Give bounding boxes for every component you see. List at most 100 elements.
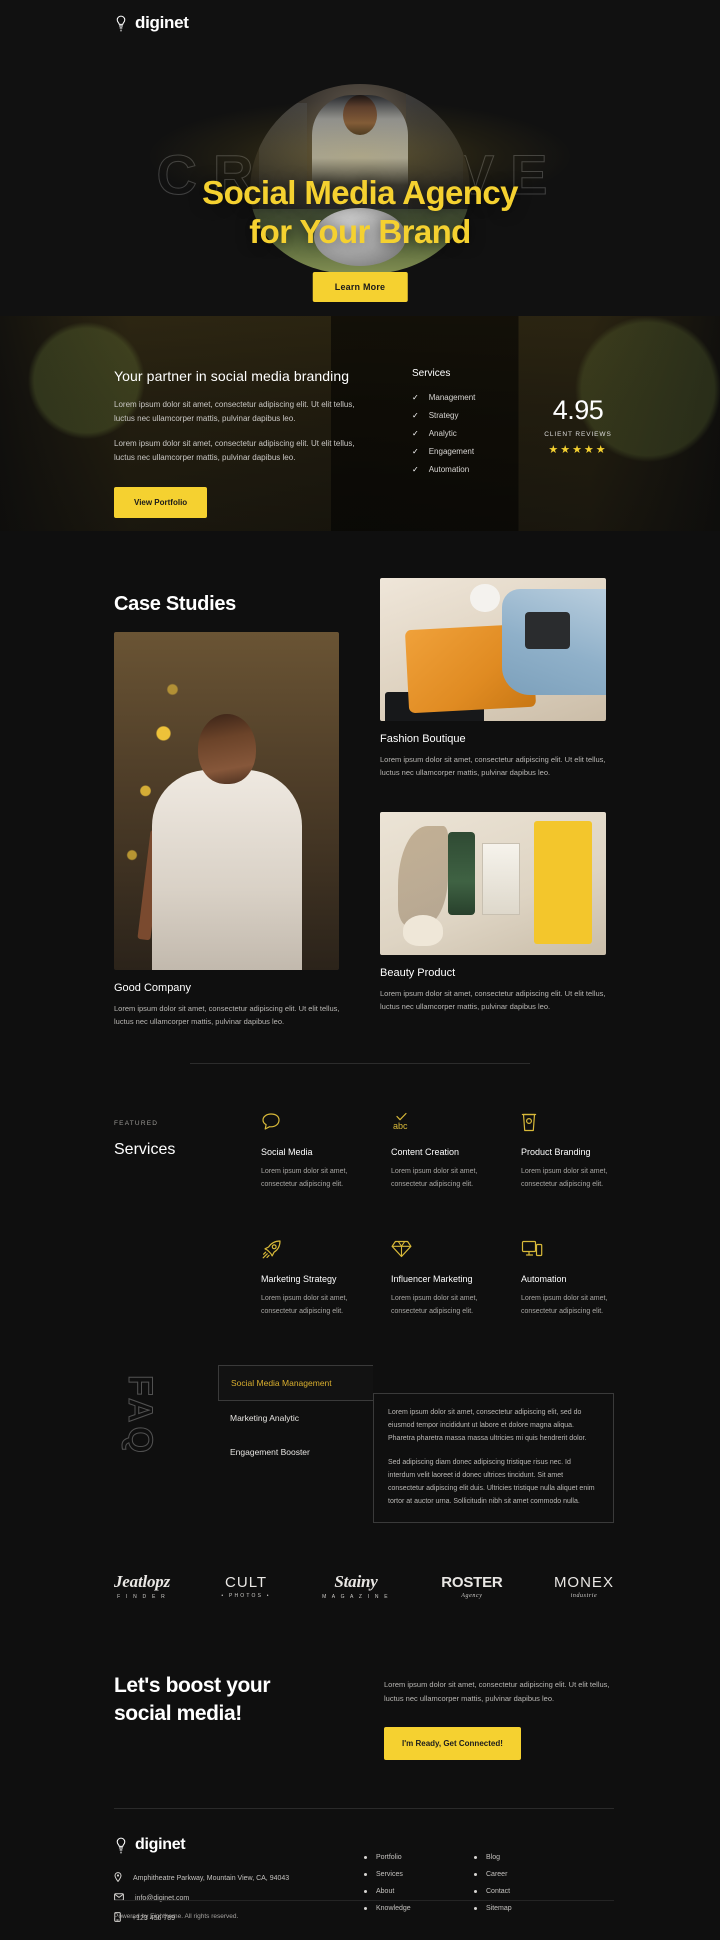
bullet-icon	[474, 1907, 477, 1910]
list-item: ✓ Engagement	[412, 447, 475, 456]
service-title: Automation	[521, 1274, 567, 1285]
svg-text:abc: abc	[393, 1121, 408, 1131]
footer-address: Amphitheatre Parkway, Mountain View, CA,…	[133, 1874, 290, 1882]
case-study-title: Good Company	[114, 982, 192, 994]
partner-paragraph-2: Lorem ipsum dolor sit amet, consectetur …	[114, 439, 355, 462]
service-card-product-branding[interactable]: Product Branding Lorem ipsum dolor sit a…	[521, 1112, 641, 1191]
logo-subtitle: industrie	[570, 1592, 598, 1599]
copyright-divider	[114, 1900, 614, 1901]
faq-paragraph-1: Lorem ipsum dolor sit amet, consectetur …	[388, 1409, 587, 1442]
service-label: Management	[428, 393, 476, 402]
footer-divider	[114, 1808, 614, 1809]
hero-title-line2: for Your Brand	[249, 212, 471, 250]
service-text: Lorem ipsum dolor sit amet, consectetur …	[261, 1168, 348, 1188]
footer-link-label: Portfolio	[376, 1854, 402, 1861]
check-icon: ✓	[412, 447, 419, 456]
footer-link-portfolio[interactable]: Portfolio	[364, 1854, 474, 1861]
cta-section: Let's boost your social media! Lorem ips…	[114, 1672, 614, 1760]
bullet-icon	[364, 1873, 367, 1876]
faq-tab-engagement-booster[interactable]: Engagement Booster	[218, 1435, 373, 1469]
footer-brand-name: diginet	[135, 1836, 186, 1853]
cta-heading: Let's boost your social media!	[114, 1672, 344, 1760]
cta-text: Lorem ipsum dolor sit amet, consectetur …	[384, 1680, 610, 1703]
featured-services-grid: Social Media Lorem ipsum dolor sit amet,…	[261, 1112, 641, 1318]
case-study-image-beauty-product[interactable]	[380, 812, 606, 955]
faq-tab-list: Social Media Management Marketing Analyt…	[218, 1365, 373, 1523]
brand-name: diginet	[135, 13, 189, 32]
abc-check-icon: abc	[391, 1112, 511, 1134]
logo-name: MONEX	[553, 1573, 614, 1591]
services-heading: Services	[412, 368, 451, 379]
logo-name: ROSTER	[441, 1573, 503, 1591]
footer-email-row[interactable]: info@diginet.com	[114, 1893, 364, 1903]
logo-subtitle: M A G A Z I N E	[322, 1594, 390, 1600]
hero-title: Social Media Agency for Your Brand	[0, 174, 720, 251]
bullet-icon	[364, 1890, 367, 1893]
footer-address-row: Amphitheatre Parkway, Mountain View, CA,…	[114, 1872, 364, 1884]
service-label: Automation	[428, 465, 470, 474]
footer-link-blog[interactable]: Blog	[474, 1854, 584, 1861]
footer-link-label: Services	[376, 1871, 403, 1878]
case-study-image-fashion-boutique[interactable]	[380, 578, 606, 721]
service-text: Lorem ipsum dolor sit amet, consectetur …	[261, 1295, 348, 1315]
check-icon: ✓	[412, 393, 419, 402]
footer-link-label: Sitemap	[486, 1905, 512, 1912]
list-item: ✓ Analytic	[412, 429, 475, 438]
service-label: Strategy	[428, 411, 459, 420]
diamond-icon	[391, 1239, 511, 1261]
logo-subtitle: • PHOTOS •	[221, 1592, 271, 1599]
featured-services-section: FEATURED Services Social Media Lorem ips…	[114, 1112, 614, 1315]
faq-tab-social-media-management[interactable]: Social Media Management	[218, 1365, 373, 1401]
client-logo-jeatlopz: Jeatlopz F I N D E R	[114, 1572, 170, 1600]
section-divider	[190, 1063, 530, 1064]
service-text: Lorem ipsum dolor sit amet, consectetur …	[521, 1168, 608, 1188]
service-text: Lorem ipsum dolor sit amet, consectetur …	[391, 1168, 478, 1188]
footer-link-career[interactable]: Career	[474, 1871, 584, 1878]
footer-brand-logo[interactable]: diginet	[114, 1836, 364, 1854]
faq-tab-marketing-analytic[interactable]: Marketing Analytic	[218, 1401, 373, 1435]
footer-link-contact[interactable]: Contact	[474, 1888, 584, 1895]
learn-more-button[interactable]: Learn More	[312, 272, 408, 302]
coffee-cup-icon	[521, 1112, 641, 1134]
location-pin-icon	[114, 1872, 122, 1884]
service-card-influencer-marketing[interactable]: Influencer Marketing Lorem ipsum dolor s…	[391, 1239, 511, 1318]
hero-section: CREATIVE Social Media Agency for Your Br…	[0, 46, 720, 316]
logo-name: CULT	[225, 1573, 268, 1591]
service-title: Product Branding	[521, 1147, 591, 1157]
star-rating-icon: ★★★★★	[548, 444, 608, 456]
check-icon: ✓	[412, 429, 419, 438]
footer-links-column-2: Blog Career Contact Sitemap	[474, 1836, 584, 1933]
case-study-text: Lorem ipsum dolor sit amet, consectetur …	[380, 755, 606, 778]
speech-bubble-icon	[261, 1112, 381, 1134]
client-logos-row: Jeatlopz F I N D E R CULT • PHOTOS • Sta…	[114, 1572, 614, 1600]
faq-side-word: FAQ	[121, 1375, 160, 1458]
footer-link-sitemap[interactable]: Sitemap	[474, 1905, 584, 1912]
faq-panel: Social Media Management Marketing Analyt…	[218, 1365, 614, 1523]
service-label: Analytic	[428, 429, 457, 438]
client-logo-cult: CULT • PHOTOS •	[221, 1574, 270, 1599]
client-logo-monex: MONEX industrie	[554, 1574, 614, 1599]
service-label: Engagement	[428, 447, 475, 456]
bullet-icon	[364, 1907, 367, 1910]
view-portfolio-button[interactable]: View Portfolio	[114, 487, 208, 518]
client-logo-roster: ROSTER Agency	[441, 1573, 503, 1599]
footer-link-about[interactable]: About	[364, 1888, 474, 1895]
footer-links-column-1: Portfolio Services About Knowledge	[364, 1836, 474, 1933]
service-card-social-media[interactable]: Social Media Lorem ipsum dolor sit amet,…	[261, 1112, 381, 1191]
case-study-caption-beauty-product: Beauty Product Lorem ipsum dolor sit ame…	[380, 967, 610, 1013]
footer-link-knowledge[interactable]: Knowledge	[364, 1905, 474, 1912]
footer-link-services[interactable]: Services	[364, 1871, 474, 1878]
service-text: Lorem ipsum dolor sit amet, consectetur …	[521, 1295, 608, 1315]
hero-title-line1: Social Media Agency	[202, 174, 518, 211]
brand-logo[interactable]: diginet	[114, 13, 189, 33]
logo-subtitle: Agency	[461, 1592, 483, 1599]
service-card-marketing-strategy[interactable]: Marketing Strategy Lorem ipsum dolor sit…	[261, 1239, 381, 1318]
service-card-content-creation[interactable]: abc Content Creation Lorem ipsum dolor s…	[391, 1112, 511, 1191]
service-title: Influencer Marketing	[391, 1274, 473, 1285]
service-card-automation[interactable]: Automation Lorem ipsum dolor sit amet, c…	[521, 1239, 641, 1318]
case-study-image-good-company[interactable]	[114, 632, 339, 970]
partner-paragraph-1: Lorem ipsum dolor sit amet, consectetur …	[114, 400, 355, 423]
get-connected-button[interactable]: I'm Ready, Get Connected!	[384, 1727, 521, 1760]
footer-link-label: About	[376, 1888, 395, 1895]
top-navbar: diginet	[0, 0, 720, 46]
